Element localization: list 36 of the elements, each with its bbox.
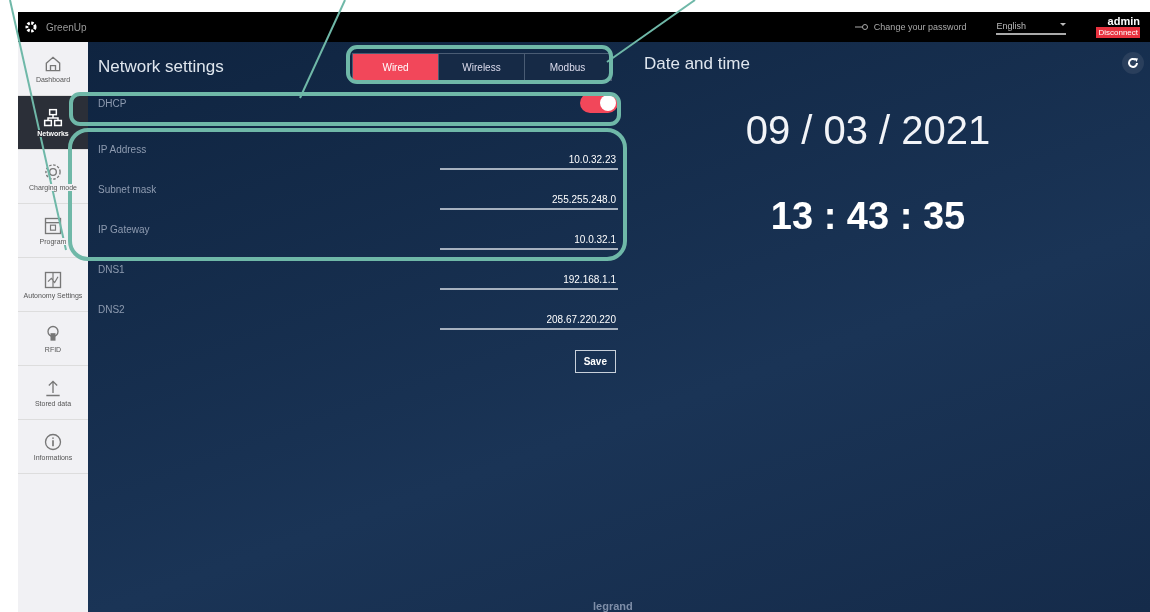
section-title: Network settings [98,57,224,77]
field-label: DHCP [98,97,127,109]
input-field[interactable]: 10.0.32.23 [440,154,618,170]
username: admin [1107,16,1140,27]
input-field[interactable]: 255.255.248.0 [440,194,618,210]
chart-icon [43,270,63,290]
tab[interactable]: Modbus [525,54,611,80]
upload-icon [43,378,63,398]
field-label: DNS2 [98,303,125,315]
calendar-icon [43,216,63,236]
key-icon [854,23,869,31]
field-label: IP Address [98,143,147,155]
date-display: 09 / 03 / 2021 [745,108,991,153]
caret-icon [1060,21,1067,27]
app-logo: GreenUp [46,21,87,33]
network-icon [43,108,63,128]
field-label: IP Gateway [98,223,150,235]
field-label: Subnet mask [98,183,157,195]
tab[interactable]: Wired [353,54,439,80]
change-password-link[interactable]: Change your password [873,22,967,32]
refresh-icon[interactable] [1122,52,1144,74]
save-button[interactable]: Save [574,350,616,373]
tab[interactable]: Wireless [439,54,525,80]
gear-icon [43,162,63,182]
language-dropdown[interactable]: English [996,19,1067,35]
footer-logo: legrand [593,600,633,612]
section-title: Date and time [644,54,750,74]
input-field[interactable]: 10.0.32.1 [440,234,618,250]
gear-icon [24,20,38,34]
info-icon [43,432,63,452]
time-display: 13 : 43 : 35 [770,195,966,238]
home-icon [43,54,63,74]
field-label: DNS1 [98,263,125,275]
disconnect-button[interactable]: Disconnect [1096,27,1140,38]
input-field[interactable]: 192.168.1.1 [440,274,618,290]
input-field[interactable]: 208.67.220.220 [440,314,618,330]
